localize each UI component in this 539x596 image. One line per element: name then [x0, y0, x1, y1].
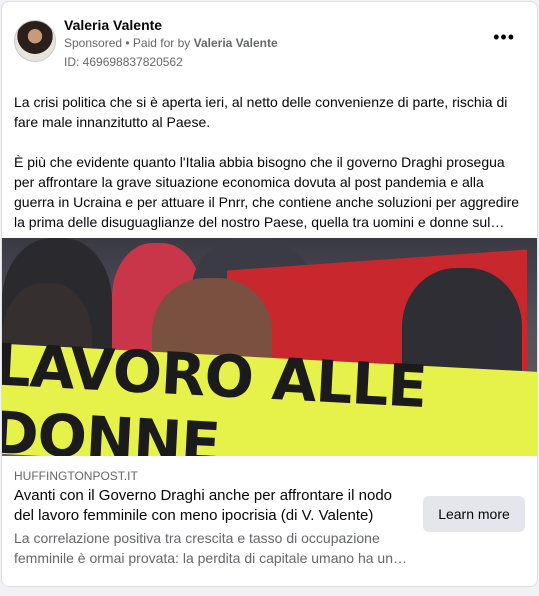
link-headline[interactable]: Avanti con il Governo Draghi anche per a…: [14, 486, 414, 526]
post-paragraph-1: La crisi politica che si è aperta ieri, …: [14, 94, 508, 130]
post-header: Valeria Valente Sponsored • Paid for by …: [2, 2, 537, 82]
learn-more-button[interactable]: Learn more: [423, 496, 525, 532]
paid-for-prefix: • Paid for by: [122, 36, 194, 50]
author-name[interactable]: Valeria Valente: [64, 17, 162, 33]
post-text: La crisi politica che si è aperta ieri, …: [14, 92, 526, 252]
avatar[interactable]: [14, 20, 56, 62]
post-image[interactable]: LAVORO ALLE DONNE: [2, 238, 537, 456]
link-domain: HUFFINGTONPOST.IT: [14, 469, 138, 483]
paid-for-name: Valeria Valente: [193, 36, 278, 50]
ad-post-card: Valeria Valente Sponsored • Paid for by …: [1, 1, 538, 587]
link-description: La correlazione positiva tra crescita e …: [14, 530, 393, 566]
sponsored-label[interactable]: Sponsored: [64, 36, 122, 50]
link-preview[interactable]: HUFFINGTONPOST.IT Avanti con il Governo …: [2, 456, 537, 586]
more-horizontal-icon[interactable]: •••: [493, 28, 515, 46]
sponsored-line: Sponsored • Paid for by Valeria Valente: [64, 36, 278, 50]
ad-id: ID: 469698837820562: [64, 55, 183, 69]
post-paragraph-2: È più che evidente quanto l'Italia abbia…: [14, 154, 520, 230]
protest-banner: LAVORO ALLE DONNE: [2, 330, 537, 456]
